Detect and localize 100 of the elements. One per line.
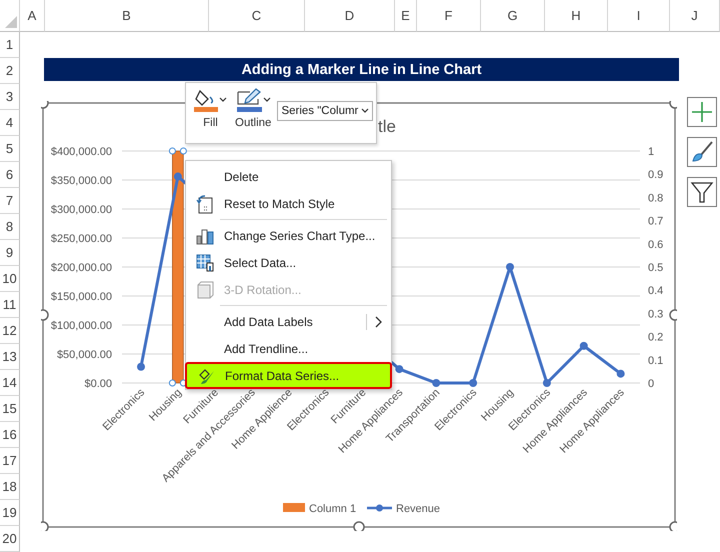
row-header[interactable]: 17	[0, 448, 20, 474]
row-header[interactable]: 16	[0, 422, 20, 448]
column-header[interactable]: F	[417, 0, 481, 32]
axis-label: $350,000.00	[50, 175, 112, 187]
menu-item[interactable]: Format Data Series...	[185, 362, 392, 389]
column-header[interactable]: A	[20, 0, 45, 32]
bar[interactable]	[172, 150, 184, 384]
axis-label: $250,000.00	[50, 233, 112, 245]
corner-triangle-icon	[5, 16, 17, 28]
axis-label: 0.3	[648, 308, 664, 320]
legend-label: Revenue	[396, 503, 440, 515]
axis-label: 0.4	[648, 285, 664, 298]
caret-icon	[219, 97, 227, 103]
row-header[interactable]: 14	[0, 370, 20, 396]
column-header[interactable]: G	[481, 0, 545, 32]
series-dropdown[interactable]: Series "Columr	[277, 101, 374, 121]
brush-icon	[197, 366, 215, 384]
axis-label: 0.7	[648, 216, 664, 228]
data-point[interactable]	[506, 263, 514, 271]
axis-label: 0.2	[648, 332, 664, 344]
row-header[interactable]: 1	[0, 32, 20, 58]
axis-label: 0	[648, 378, 654, 390]
resize-handle[interactable]	[41, 309, 49, 321]
reset-icon	[196, 194, 214, 214]
data-point[interactable]	[137, 362, 145, 371]
plus-icon	[690, 100, 714, 124]
legend-label: Column 1	[309, 503, 356, 515]
menu-item[interactable]: Change Series Chart Type...	[186, 222, 391, 249]
menu-item[interactable]: Reset to Match Style	[186, 190, 391, 217]
menu-item[interactable]: Select Data...	[186, 249, 391, 276]
resize-handle[interactable]	[669, 309, 677, 321]
legend-line-icon	[367, 504, 392, 512]
row-header[interactable]: 5	[0, 136, 20, 162]
data-point[interactable]	[432, 379, 440, 387]
legend-swatch	[283, 503, 305, 512]
resize-handle[interactable]	[669, 521, 677, 531]
column-header[interactable]: H	[545, 0, 608, 32]
column-header[interactable]: I	[608, 0, 670, 32]
row-header[interactable]: 12	[0, 318, 20, 344]
column-header[interactable]: B	[45, 0, 209, 32]
column-header[interactable]: E	[395, 0, 417, 32]
row-header[interactable]: 6	[0, 162, 20, 188]
resize-handle[interactable]	[41, 101, 49, 109]
chart-elements-button[interactable]	[687, 97, 717, 127]
brush-icon	[690, 140, 714, 164]
data-point[interactable]	[580, 342, 588, 350]
row-header[interactable]: 4	[0, 110, 20, 136]
axis-label: 0.6	[648, 238, 664, 251]
row-header[interactable]: 18	[0, 474, 20, 500]
filter-icon	[690, 180, 714, 204]
axis-label: 0.1	[648, 354, 664, 367]
axis-label: $300,000.00	[50, 204, 112, 216]
data-point[interactable]	[469, 379, 478, 387]
pen-icon	[236, 87, 262, 113]
resize-handle[interactable]	[353, 521, 365, 531]
row-header[interactable]: 7	[0, 188, 20, 214]
axis-label: $200,000.00	[50, 262, 112, 274]
axis-label: 0.5	[648, 262, 664, 274]
data-point[interactable]	[542, 379, 551, 387]
column-header[interactable]: C	[209, 0, 305, 32]
column-header[interactable]: J	[670, 0, 720, 32]
column-header[interactable]: D	[305, 0, 395, 32]
menu-item[interactable]: Delete	[186, 163, 391, 190]
paint-bucket-icon	[194, 87, 218, 113]
axis-label: $400,000.00	[50, 146, 112, 158]
menu-item[interactable]: Add Data Labels	[186, 308, 391, 335]
chart-filters-button[interactable]	[687, 177, 717, 207]
row-header[interactable]: 10	[0, 266, 20, 292]
chart-styles-button[interactable]	[687, 137, 717, 167]
data-point[interactable]	[395, 365, 404, 374]
axis-label: $50,000.00	[56, 349, 112, 361]
resize-handle[interactable]	[669, 101, 677, 109]
data-point[interactable]	[616, 370, 625, 378]
axis-label: $100,000.00	[50, 320, 112, 332]
chart-title: tle	[378, 117, 396, 136]
row-header[interactable]: 15	[0, 396, 20, 422]
row-header[interactable]: 8	[0, 214, 20, 240]
caret-icon	[361, 108, 370, 114]
resize-handle[interactable]	[41, 521, 49, 531]
axis-label: 1	[648, 146, 654, 158]
axis-label: 0.9	[648, 169, 664, 182]
row-header[interactable]: 13	[0, 344, 20, 370]
fill-button[interactable]: Fill	[192, 87, 229, 129]
row-header[interactable]: 9	[0, 240, 20, 266]
axis-label: 0.8	[648, 192, 664, 204]
bar-chart-icon	[196, 226, 214, 244]
row-header[interactable]: 20	[0, 526, 20, 552]
axis-label: $0.00	[84, 378, 112, 390]
table-icon	[196, 254, 214, 272]
row-header[interactable]: 2	[0, 58, 20, 84]
outline-button[interactable]: Outline	[233, 87, 274, 129]
row-header[interactable]: 11	[0, 292, 20, 318]
sheet-title: Adding a Marker Line in Line Chart	[44, 58, 679, 81]
axis-label: $150,000.00	[50, 291, 112, 303]
row-header[interactable]: 3	[0, 84, 20, 110]
caret-icon	[262, 97, 271, 103]
row-header[interactable]: 19	[0, 500, 20, 526]
chevron-right-icon	[375, 316, 383, 328]
cube-icon	[196, 280, 214, 298]
menu-item[interactable]: Add Trendline...	[186, 335, 391, 362]
